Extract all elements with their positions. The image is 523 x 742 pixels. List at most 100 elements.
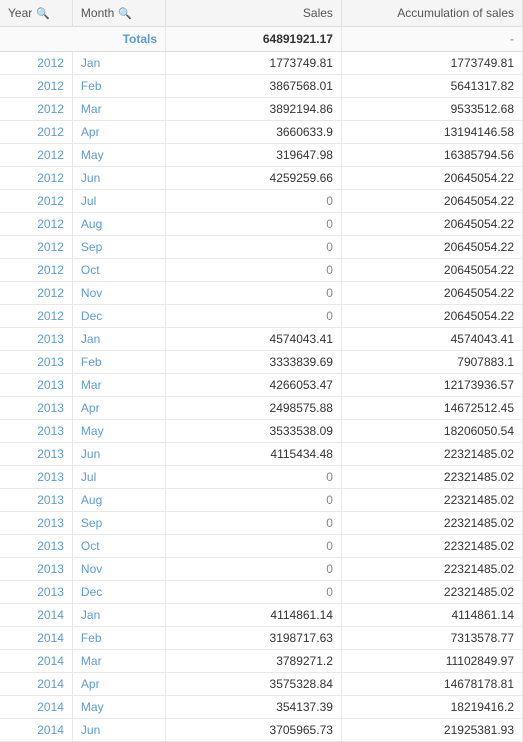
table-header: Year 🔍 Month 🔍 Sales	[0, 0, 523, 27]
cell-accum: 14678178.81	[341, 673, 522, 696]
cell-year: 2013	[0, 397, 72, 420]
cell-year: 2014	[0, 650, 72, 673]
table-row: 2012 Jul 0 20645054.22	[0, 190, 523, 213]
cell-sales: 3333839.69	[166, 351, 342, 374]
sales-label: Sales	[303, 6, 333, 20]
cell-year: 2013	[0, 558, 72, 581]
cell-month: Apr	[72, 673, 165, 696]
table-row: 2013 Feb 3333839.69 7907883.1	[0, 351, 523, 374]
cell-month: Oct	[72, 535, 165, 558]
accum-label: Accumulation of sales	[397, 6, 514, 20]
table-row: 2013 Apr 2498575.88 14672512.45	[0, 397, 523, 420]
cell-year: 2012	[0, 167, 72, 190]
cell-accum: 20645054.22	[341, 167, 522, 190]
cell-year: 2013	[0, 581, 72, 604]
cell-accum: 16385794.56	[341, 144, 522, 167]
cell-accum: 22321485.02	[341, 512, 522, 535]
cell-year: 2012	[0, 236, 72, 259]
col-year-header[interactable]: Year 🔍	[0, 0, 72, 27]
cell-year: 2012	[0, 98, 72, 121]
cell-month: Nov	[72, 558, 165, 581]
cell-sales: 0	[166, 259, 342, 282]
cell-sales: 354137.39	[166, 696, 342, 719]
cell-accum: 20645054.22	[341, 282, 522, 305]
cell-month: Jul	[72, 190, 165, 213]
cell-sales: 4115434.48	[166, 443, 342, 466]
col-sales-header: Sales	[166, 0, 342, 27]
col-accum-header: Accumulation of sales	[341, 0, 522, 27]
table-row: 2012 Sep 0 20645054.22	[0, 236, 523, 259]
table-row: 2013 Jul 0 22321485.02	[0, 466, 523, 489]
table-row: 2013 May 3533538.09 18206050.54	[0, 420, 523, 443]
cell-year: 2014	[0, 604, 72, 627]
year-label: Year	[8, 6, 32, 20]
cell-sales: 319647.98	[166, 144, 342, 167]
table-row: 2012 Oct 0 20645054.22	[0, 259, 523, 282]
cell-month: Aug	[72, 489, 165, 512]
cell-year: 2013	[0, 466, 72, 489]
cell-accum: 18206050.54	[341, 420, 522, 443]
cell-month: Mar	[72, 98, 165, 121]
table-row: 2012 Jun 4259259.66 20645054.22	[0, 167, 523, 190]
cell-sales: 1773749.81	[166, 52, 342, 75]
cell-year: 2012	[0, 213, 72, 236]
totals-label: Totals	[0, 27, 166, 52]
cell-accum: 22321485.02	[341, 466, 522, 489]
cell-accum: 20645054.22	[341, 305, 522, 328]
cell-accum: 18219416.2	[341, 696, 522, 719]
cell-month: May	[72, 696, 165, 719]
cell-month: Jul	[72, 466, 165, 489]
col-month-header[interactable]: Month 🔍	[72, 0, 165, 27]
cell-month: Sep	[72, 512, 165, 535]
month-search-icon[interactable]: 🔍	[118, 7, 130, 19]
cell-month: Feb	[72, 75, 165, 98]
table-row: 2014 Feb 3198717.63 7313578.77	[0, 627, 523, 650]
data-table: Year 🔍 Month 🔍 Sales	[0, 0, 523, 742]
cell-sales: 0	[166, 558, 342, 581]
table-row: 2012 Aug 0 20645054.22	[0, 213, 523, 236]
cell-year: 2013	[0, 351, 72, 374]
table-row: 2014 Jan 4114861.14 4114861.14	[0, 604, 523, 627]
cell-accum: 14672512.45	[341, 397, 522, 420]
table-row: 2014 Apr 3575328.84 14678178.81	[0, 673, 523, 696]
year-search-icon[interactable]: 🔍	[36, 7, 48, 19]
cell-accum: 5641317.82	[341, 75, 522, 98]
table-row: 2013 Aug 0 22321485.02	[0, 489, 523, 512]
cell-year: 2013	[0, 420, 72, 443]
cell-sales: 3789271.2	[166, 650, 342, 673]
cell-sales: 0	[166, 282, 342, 305]
cell-sales: 0	[166, 213, 342, 236]
cell-year: 2013	[0, 489, 72, 512]
cell-month: Apr	[72, 397, 165, 420]
cell-month: Dec	[72, 305, 165, 328]
cell-sales: 3867568.01	[166, 75, 342, 98]
cell-accum: 22321485.02	[341, 443, 522, 466]
cell-month: Jan	[72, 52, 165, 75]
cell-accum: 22321485.02	[341, 581, 522, 604]
cell-accum: 21925381.93	[341, 719, 522, 742]
cell-month: Mar	[72, 374, 165, 397]
cell-sales: 0	[166, 581, 342, 604]
cell-month: Nov	[72, 282, 165, 305]
cell-sales: 4259259.66	[166, 167, 342, 190]
cell-accum: 7907883.1	[341, 351, 522, 374]
cell-month: Jun	[72, 719, 165, 742]
month-label: Month	[81, 6, 114, 20]
table-row: 2013 Mar 4266053.47 12173936.57	[0, 374, 523, 397]
cell-year: 2014	[0, 719, 72, 742]
table-row: 2014 May 354137.39 18219416.2	[0, 696, 523, 719]
cell-year: 2012	[0, 190, 72, 213]
cell-month: Feb	[72, 351, 165, 374]
cell-month: Feb	[72, 627, 165, 650]
cell-month: Aug	[72, 213, 165, 236]
totals-row: Totals 64891921.17 -	[0, 27, 523, 52]
cell-month: Jun	[72, 443, 165, 466]
cell-accum: 20645054.22	[341, 190, 522, 213]
cell-sales: 3660633.9	[166, 121, 342, 144]
cell-year: 2014	[0, 627, 72, 650]
table-row: 2013 Nov 0 22321485.02	[0, 558, 523, 581]
table-row: 2013 Jun 4115434.48 22321485.02	[0, 443, 523, 466]
cell-accum: 1773749.81	[341, 52, 522, 75]
cell-accum: 4114861.14	[341, 604, 522, 627]
cell-sales: 3533538.09	[166, 420, 342, 443]
